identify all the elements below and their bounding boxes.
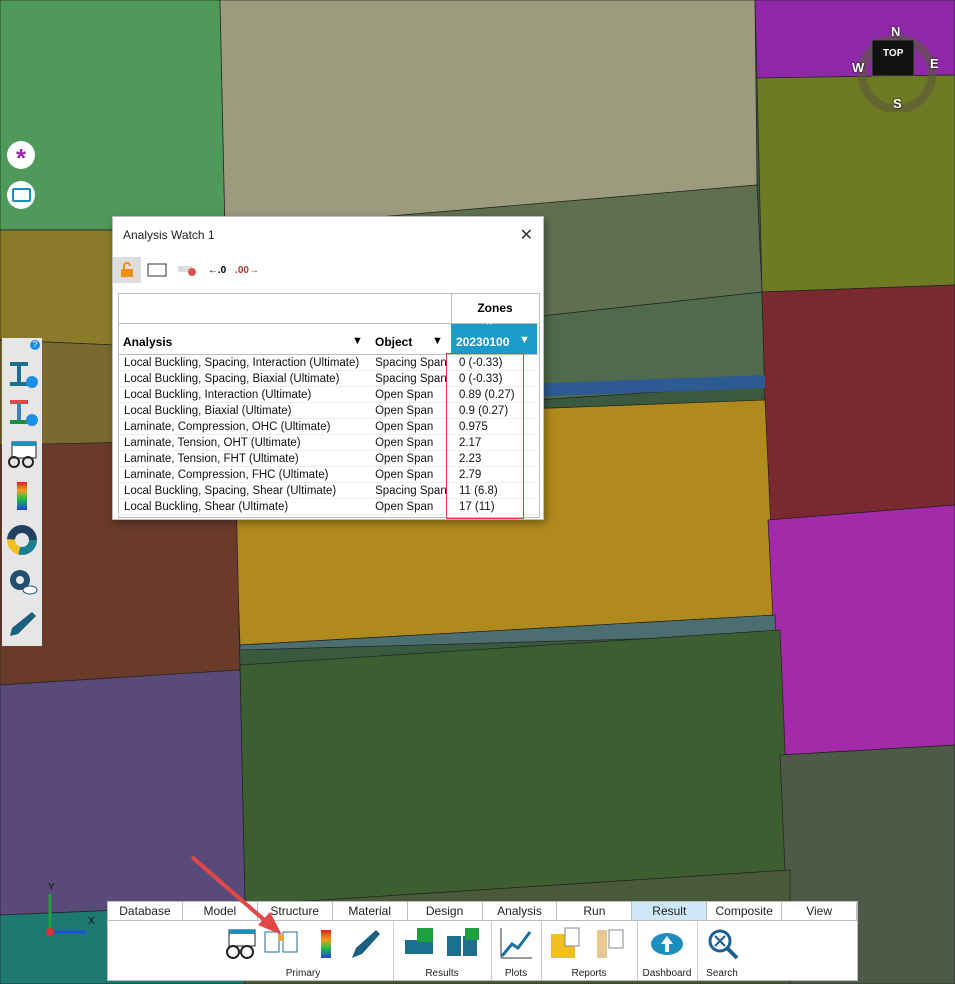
compass-s: S bbox=[893, 96, 902, 111]
highlight-box bbox=[446, 353, 524, 519]
analysis-cell: Laminate, Compression, OHC (Ultimate) bbox=[118, 418, 370, 435]
tab-database[interactable]: Database bbox=[108, 902, 183, 920]
search-group: Search bbox=[697, 922, 747, 980]
analysis-cell: Laminate, Tension, FHT (Ultimate) bbox=[118, 450, 370, 467]
dashboard-group-label: Dashboard bbox=[642, 968, 692, 979]
analysis-cell: Local Buckling, Interaction (Ultimate) bbox=[118, 386, 370, 403]
window-title: Analysis Watch 1 bbox=[123, 228, 215, 242]
search-group-label: Search bbox=[706, 968, 738, 979]
glasses-icon[interactable] bbox=[223, 926, 259, 962]
object-cell: Spacing Span bbox=[369, 355, 453, 371]
cloud-upload-icon[interactable] bbox=[649, 926, 685, 962]
ribbon-tabs: Database Model Structure Material Design Anal… bbox=[108, 902, 858, 921]
tab-material[interactable]: Material bbox=[333, 902, 408, 920]
compass-n: N bbox=[891, 24, 901, 39]
close-icon[interactable]: ✕ bbox=[520, 225, 533, 245]
left-toolbar: ? bbox=[2, 338, 42, 646]
column-header-row: Analysis ▼ Object ▼ ^ 20230100 ▼ bbox=[118, 320, 538, 355]
axes-triad: Y X bbox=[40, 882, 100, 940]
results-check-icon[interactable] bbox=[401, 926, 437, 962]
analysis-watch-icon[interactable] bbox=[263, 926, 299, 962]
filter-icon[interactable]: ▼ bbox=[519, 334, 530, 346]
object-cell: Open Span bbox=[369, 386, 453, 403]
tab-analysis[interactable]: Analysis bbox=[483, 902, 558, 920]
filter-icon[interactable]: ▼ bbox=[352, 335, 363, 347]
results-group-label: Results bbox=[425, 968, 459, 979]
tab-model[interactable]: Model bbox=[183, 902, 258, 920]
window-frame-icon[interactable] bbox=[143, 257, 171, 283]
filter-icon[interactable]: ▼ bbox=[432, 335, 443, 347]
object-cell: Open Span bbox=[369, 498, 453, 515]
pen-icon[interactable] bbox=[348, 926, 384, 962]
color-scale-icon[interactable] bbox=[6, 480, 38, 512]
pen-icon[interactable] bbox=[6, 608, 38, 640]
gear-eye-icon[interactable] bbox=[6, 566, 38, 598]
axis-y-label: Y bbox=[48, 882, 55, 893]
tab-structure[interactable]: Structure bbox=[258, 902, 333, 920]
color-scale-icon[interactable] bbox=[308, 926, 344, 962]
ribbon-bar: Database Model Structure Material Design Anal… bbox=[107, 901, 858, 981]
reports-group: Reports bbox=[541, 922, 638, 980]
zones-header: Zones bbox=[451, 293, 538, 323]
zone-id-label: 20230100 bbox=[456, 335, 510, 349]
plots-group: Plots bbox=[491, 922, 542, 980]
analysis-cell: Local Buckling, Spacing, Shear (Ultimate… bbox=[118, 482, 370, 499]
col-analysis-header: Analysis bbox=[123, 335, 173, 349]
dashboard-group: Dashboard bbox=[637, 922, 698, 980]
clear-icon[interactable] bbox=[173, 257, 201, 283]
analysis-cell: Local Buckling, Biaxial (Ultimate) bbox=[118, 402, 370, 419]
object-cell: Open Span bbox=[369, 450, 453, 467]
select-all-button[interactable]: * bbox=[7, 141, 35, 173]
plots-group-label: Plots bbox=[504, 968, 528, 979]
rectangle-icon bbox=[11, 188, 31, 202]
object-cell: Spacing Span bbox=[369, 370, 453, 387]
sort-up-icon: ^ bbox=[487, 320, 492, 331]
primary-group: Primary bbox=[213, 922, 394, 980]
tab-run[interactable]: Run bbox=[557, 902, 633, 920]
col-object-header: Object bbox=[375, 335, 413, 349]
compass-w: W bbox=[852, 60, 865, 75]
primary-group-label: Primary bbox=[285, 968, 321, 979]
decimal-left-icon[interactable]: ←.0 bbox=[203, 257, 231, 283]
tab-result[interactable]: Result bbox=[632, 902, 708, 920]
line-plot-icon[interactable] bbox=[498, 926, 534, 962]
reports-group-label: Reports bbox=[571, 968, 607, 979]
report-chart-icon[interactable] bbox=[547, 926, 583, 962]
help-icon[interactable]: ? bbox=[30, 340, 40, 350]
analysis-cell: Local Buckling, Shear (Ultimate) bbox=[118, 498, 370, 515]
view-cube-top-label: TOP bbox=[883, 48, 904, 59]
decimal-right-icon[interactable]: .00→ bbox=[233, 257, 261, 283]
analysis-cell: Laminate, Compression, FHC (Ultimate) bbox=[118, 466, 370, 483]
glasses-icon[interactable] bbox=[6, 438, 38, 470]
search-icon[interactable] bbox=[705, 926, 741, 962]
object-cell: Open Span bbox=[369, 402, 453, 419]
object-cell: Open Span bbox=[369, 466, 453, 483]
beam-check-icon[interactable] bbox=[6, 396, 38, 428]
results-group: Results bbox=[393, 922, 492, 980]
analysis-watch-window: Analysis Watch 1 ✕ ←.0 .00→ Zones Analys… bbox=[112, 216, 544, 520]
object-cell: Open Span bbox=[369, 434, 453, 451]
tab-composite[interactable]: Composite bbox=[707, 902, 783, 920]
object-cell: Open Span bbox=[369, 418, 453, 435]
lock-icon[interactable] bbox=[113, 257, 141, 283]
zone-column-header[interactable]: ^ 20230100 ▼ bbox=[451, 320, 537, 354]
object-cell: Spacing Span bbox=[369, 482, 453, 499]
analysis-cell: Laminate, Tension, OHT (Ultimate) bbox=[118, 434, 370, 451]
donut-chart-icon[interactable] bbox=[6, 524, 38, 556]
box-select-button[interactable] bbox=[7, 181, 35, 209]
results-compare-icon[interactable] bbox=[445, 926, 481, 962]
analysis-cell: Local Buckling, Spacing, Interaction (Ul… bbox=[118, 355, 370, 371]
tab-view[interactable]: View bbox=[782, 902, 858, 920]
report-list-icon[interactable] bbox=[591, 926, 627, 962]
beam-run-icon[interactable] bbox=[6, 358, 38, 390]
tab-design[interactable]: Design bbox=[408, 902, 483, 920]
analysis-cell: Local Buckling, Spacing, Biaxial (Ultima… bbox=[118, 370, 370, 387]
axis-x-label: X bbox=[88, 916, 95, 927]
compass-e: E bbox=[930, 56, 939, 71]
view-cube[interactable]: TOP N W E S bbox=[852, 24, 939, 114]
